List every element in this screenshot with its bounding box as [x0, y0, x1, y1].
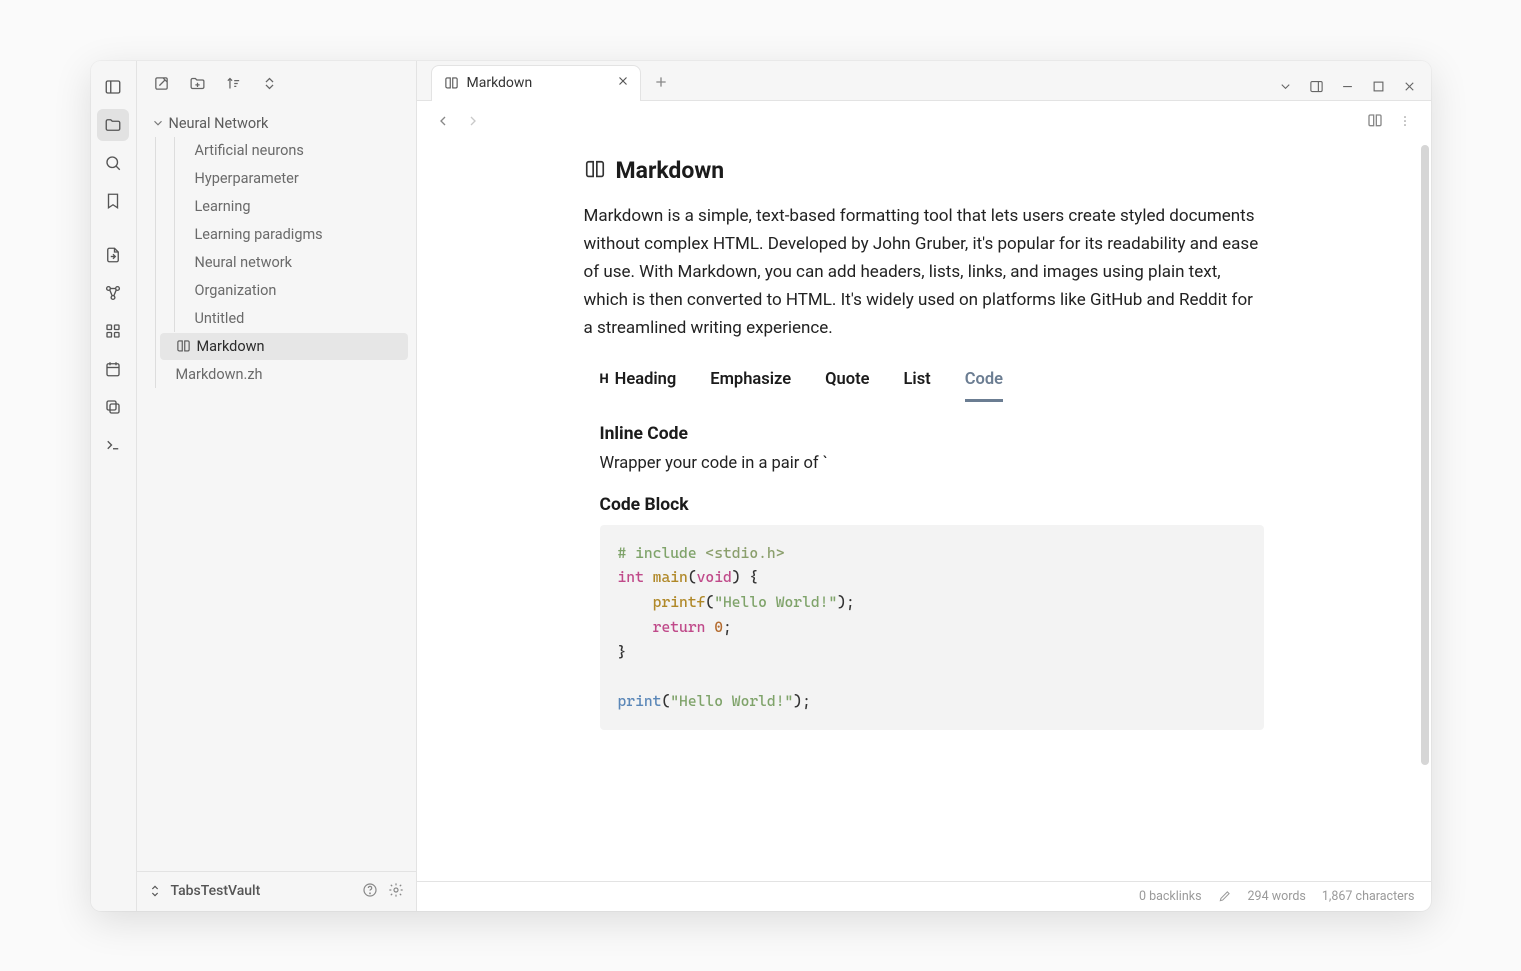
settings-icon[interactable]: [388, 882, 406, 900]
tree-item[interactable]: Organization: [179, 277, 408, 304]
tree-item[interactable]: Learning: [179, 193, 408, 220]
tree-item[interactable]: Untitled: [179, 305, 408, 332]
nav-back-icon[interactable]: [435, 113, 451, 129]
doc-title: Markdown: [616, 157, 725, 184]
inline-code-text: Wrapper your code in a pair of `: [600, 454, 1264, 473]
chevron-down-icon: [151, 116, 165, 130]
left-ribbon: [91, 61, 137, 911]
window-controls: [1278, 79, 1431, 94]
tab-heading[interactable]: HHeading: [600, 364, 677, 400]
search-icon[interactable]: [97, 147, 129, 179]
chevron-down-icon[interactable]: [1278, 79, 1293, 94]
more-icon[interactable]: [1397, 113, 1413, 129]
bookmark-icon[interactable]: [97, 185, 129, 217]
tab-list[interactable]: List: [903, 364, 930, 400]
content-tabs: HHeading Emphasize Quote List Code: [600, 364, 1264, 400]
tree-item-markdown[interactable]: Markdown: [160, 333, 408, 360]
book-icon: [584, 159, 606, 181]
tab-markdown[interactable]: Markdown: [431, 65, 641, 101]
tree-item[interactable]: Neural network: [179, 249, 408, 276]
tab-bar: Markdown: [417, 61, 1431, 101]
char-count[interactable]: 1,867 characters: [1322, 889, 1415, 904]
word-count[interactable]: 294 words: [1248, 889, 1306, 904]
tree-item[interactable]: Learning paradigms: [179, 221, 408, 248]
grid-icon[interactable]: [97, 315, 129, 347]
book-icon: [444, 76, 459, 91]
calendar-icon[interactable]: [97, 353, 129, 385]
close-window-icon[interactable]: [1402, 79, 1417, 94]
import-file-icon[interactable]: [97, 239, 129, 271]
file-tree: Neural Network Artificial neurons Hyperp…: [137, 107, 416, 871]
vault-switcher-icon[interactable]: [147, 883, 163, 899]
code-block: # include <stdio.h> int main(void) { pri…: [600, 525, 1264, 730]
panel-right-icon[interactable]: [1309, 79, 1324, 94]
minimize-icon[interactable]: [1340, 79, 1355, 94]
file-sidebar: Neural Network Artificial neurons Hyperp…: [137, 61, 417, 911]
tree-children: Artificial neurons Hyperparameter Learni…: [155, 137, 410, 388]
graph-icon[interactable]: [97, 277, 129, 309]
close-icon[interactable]: [616, 74, 630, 92]
doc-title-row: Markdown: [584, 157, 1264, 184]
tree-item[interactable]: Artificial neurons: [179, 137, 408, 164]
code-block-heading: Code Block: [600, 495, 1264, 515]
reading-mode-icon[interactable]: [1367, 113, 1383, 129]
editor-toolbar: [417, 101, 1431, 141]
status-bar: 0 backlinks 294 words 1,867 characters: [417, 881, 1431, 911]
tree-item[interactable]: Hyperparameter: [179, 165, 408, 192]
add-tab-button[interactable]: [647, 68, 675, 96]
terminal-icon[interactable]: [97, 429, 129, 461]
doc-intro: Markdown is a simple, text-based formatt…: [584, 202, 1264, 342]
tree-folder[interactable]: Neural Network: [137, 111, 410, 136]
nav-forward-icon[interactable]: [465, 113, 481, 129]
main-pane: Markdown Markdown: [417, 61, 1431, 911]
tab-label: Markdown: [467, 75, 533, 91]
book-icon: [176, 339, 191, 354]
tree-item[interactable]: Markdown.zh: [160, 361, 408, 388]
tab-emphasize[interactable]: Emphasize: [710, 364, 791, 400]
panel-left-icon[interactable]: [97, 71, 129, 103]
scrollbar[interactable]: [1421, 145, 1429, 765]
help-icon[interactable]: [362, 882, 380, 900]
folder-label: Neural Network: [169, 115, 269, 132]
sort-icon[interactable]: [219, 69, 249, 99]
sidebar-footer: TabsTestVault: [137, 871, 416, 911]
vault-name[interactable]: TabsTestVault: [171, 883, 261, 899]
edit-mode-icon[interactable]: [1218, 889, 1232, 903]
editor-content[interactable]: Markdown Markdown is a simple, text-base…: [417, 141, 1431, 881]
folder-icon[interactable]: [97, 109, 129, 141]
new-folder-icon[interactable]: [183, 69, 213, 99]
new-note-icon[interactable]: [147, 69, 177, 99]
tab-code[interactable]: Code: [965, 364, 1003, 402]
copy-icon[interactable]: [97, 391, 129, 423]
collapse-icon[interactable]: [255, 69, 285, 99]
app-window: Neural Network Artificial neurons Hyperp…: [91, 61, 1431, 911]
inline-code-heading: Inline Code: [600, 424, 1264, 444]
maximize-icon[interactable]: [1371, 79, 1386, 94]
backlinks-count[interactable]: 0 backlinks: [1139, 889, 1202, 904]
sidebar-header: [137, 61, 416, 107]
tab-quote[interactable]: Quote: [825, 364, 869, 400]
document: Markdown Markdown is a simple, text-base…: [564, 157, 1284, 730]
